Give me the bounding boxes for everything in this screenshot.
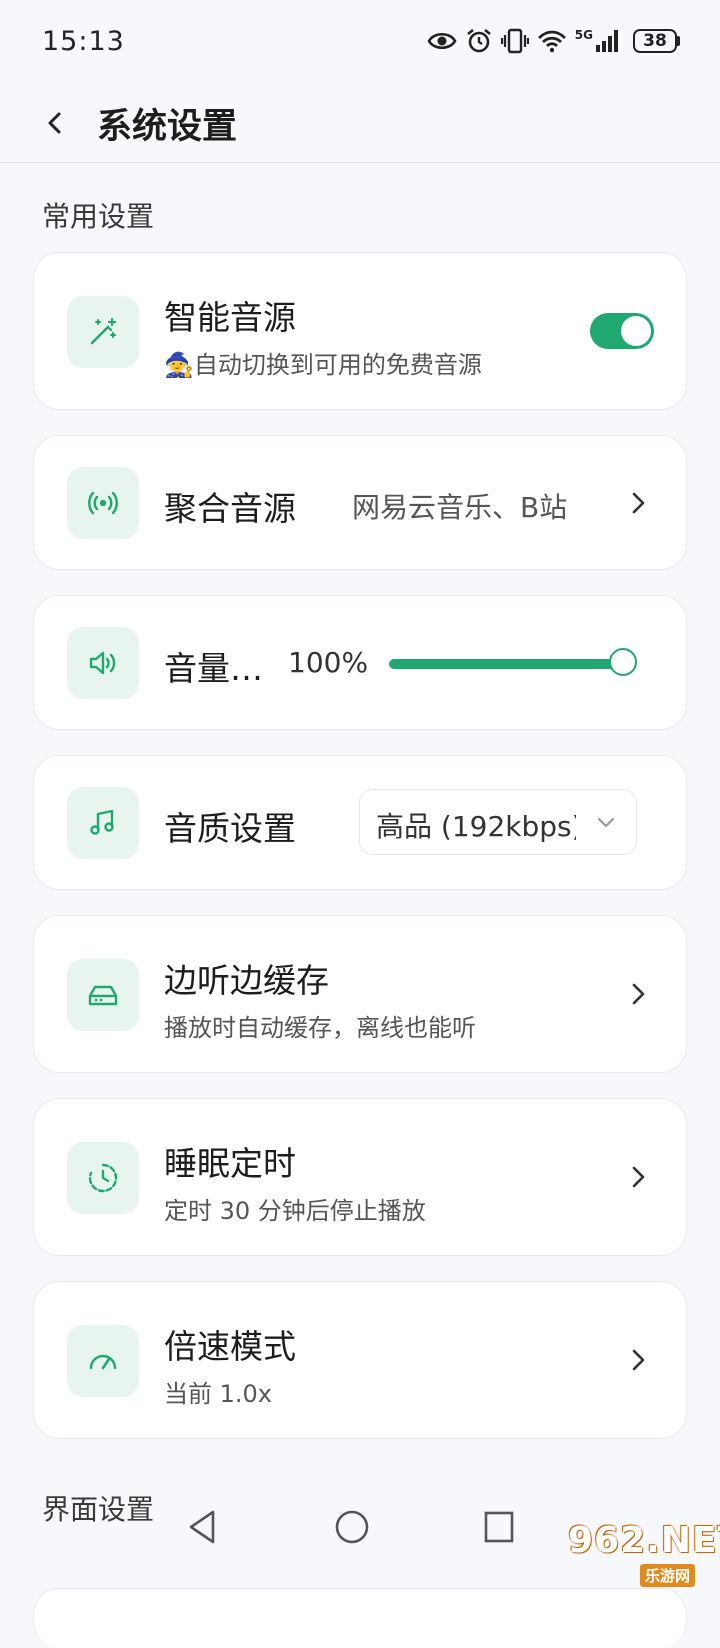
signal-icon: [596, 30, 618, 52]
status-time: 15:13: [42, 26, 125, 57]
chevron-right-icon: [632, 492, 645, 514]
setting-cache[interactable]: 边听边缓存 播放时自动缓存，离线也能听: [33, 915, 687, 1073]
magic-wand-icon: [90, 317, 117, 345]
setting-speed[interactable]: 倍速模式 当前 1.0x: [33, 1281, 687, 1439]
icon-container: [67, 959, 139, 1031]
icon-container: [67, 627, 139, 699]
wifi-icon: [537, 30, 566, 53]
card-title: 音量…: [164, 649, 263, 688]
toggle-knob: [621, 316, 651, 346]
app-header: 系统设置: [0, 84, 720, 163]
setting-volume: 音量… 100%: [33, 595, 687, 730]
chevron-right-icon: [632, 983, 645, 1005]
speedometer-icon: [89, 1354, 117, 1370]
nav-back-icon[interactable]: [186, 1508, 218, 1546]
card-title: 倍速模式: [164, 1327, 296, 1366]
watermark-main: 962.NET: [568, 1520, 720, 1561]
card-subtitle: 🧙自动切换到可用的免费音源: [164, 351, 482, 379]
page-title: 系统设置: [97, 107, 238, 147]
battery-level: 38: [633, 29, 677, 53]
nav-home-icon[interactable]: [333, 1508, 371, 1546]
status-icons: 5G 38: [427, 26, 680, 56]
timer-clock-icon: [88, 1163, 118, 1193]
card-title: 边听边缓存: [164, 961, 329, 1000]
card-title: 音质设置: [164, 809, 296, 848]
chevron-left-icon: [48, 112, 61, 134]
network-type: 5G: [574, 28, 593, 42]
quality-select[interactable]: 高品 (192kbps): [359, 789, 637, 855]
card-title: 聚合音源: [164, 489, 296, 528]
chevron-down-icon: [597, 817, 615, 828]
setting-interface-partial[interactable]: [33, 1588, 687, 1648]
card-title: 智能音源: [164, 298, 296, 337]
nav-recents-icon[interactable]: [482, 1508, 516, 1546]
broadcast-icon: [88, 491, 118, 515]
volume-slider[interactable]: [389, 648, 637, 676]
setting-smart-source[interactable]: 智能音源 🧙自动切换到可用的免费音源: [33, 252, 687, 410]
volume-value: 100%: [288, 646, 369, 679]
card-title: 睡眠定时: [164, 1144, 296, 1183]
music-note-icon: [90, 809, 114, 835]
setting-sleep-timer[interactable]: 睡眠定时 定时 30 分钟后停止播放: [33, 1098, 687, 1256]
icon-container: [67, 467, 139, 539]
eye-icon: [427, 32, 457, 50]
card-subtitle: 定时 30 分钟后停止播放: [164, 1197, 426, 1225]
battery-indicator: 38: [633, 29, 680, 53]
card-subtitle: 播放时自动缓存，离线也能听: [164, 1014, 476, 1042]
aggregate-source-value: 网易云音乐、B站: [352, 491, 568, 524]
watermark-logo: 962.NET 乐游网: [568, 1520, 720, 1590]
icon-container: [67, 1142, 139, 1214]
setting-aggregate-source[interactable]: 聚合音源 网易云音乐、B站: [33, 435, 687, 570]
chevron-right-icon: [632, 1349, 645, 1371]
alarm-icon: [466, 28, 491, 53]
vibrate-icon: [500, 28, 529, 54]
hard-drive-icon: [88, 985, 118, 1006]
setting-quality: 音质设置 高品 (192kbps): [33, 755, 687, 890]
speaker-icon: [89, 651, 116, 675]
back-button[interactable]: [38, 106, 72, 140]
icon-container: [67, 1325, 139, 1397]
chevron-right-icon: [632, 1166, 645, 1188]
volume-slider-thumb[interactable]: [609, 648, 637, 676]
watermark-sub: 乐游网: [640, 1564, 696, 1587]
quality-select-value: 高品 (192kbps): [376, 810, 576, 843]
icon-container: [67, 296, 139, 368]
smart-source-toggle[interactable]: [590, 313, 654, 349]
status-bar: 15:13 5G 38: [0, 0, 720, 84]
icon-container: [67, 787, 139, 859]
section-title-common: 常用设置: [42, 200, 155, 233]
card-subtitle: 当前 1.0x: [164, 1380, 272, 1408]
volume-slider-fill: [389, 659, 623, 669]
